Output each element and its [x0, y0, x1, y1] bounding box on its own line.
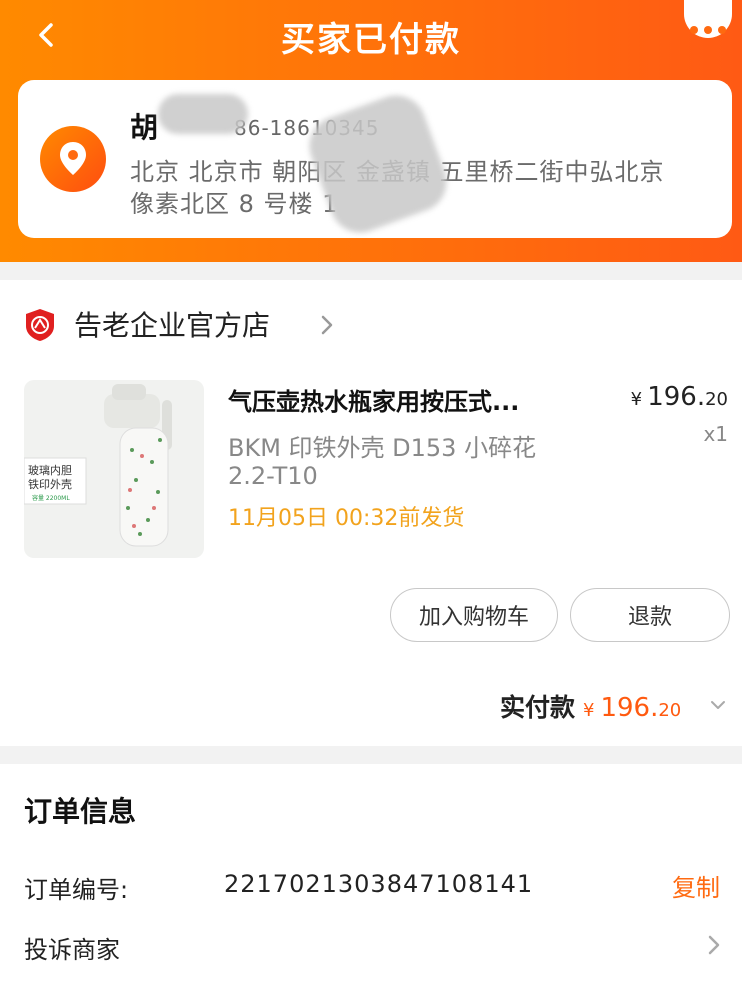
paid-amount-integer: 196.	[600, 693, 659, 723]
chevron-right-icon	[321, 315, 333, 335]
header-bar: 买家已付款 胡 86-18610345 北京 北京市 朝阳区 金盏镇 五里桥二街…	[0, 0, 742, 262]
ship-deadline: 11月05日 00:32前发货	[228, 506, 465, 531]
store-row[interactable]: 告老企业官方店	[0, 290, 742, 360]
order-info-title: 订单信息	[24, 795, 137, 828]
address-line-2: 像素北区 8 号楼 1	[130, 190, 339, 218]
more-button[interactable]	[684, 0, 732, 38]
price-decimal: 20	[705, 389, 728, 410]
page-title: 买家已付款	[281, 20, 461, 60]
refund-button[interactable]: 退款	[570, 588, 730, 642]
price-currency: ¥	[630, 389, 643, 410]
chevron-right-icon[interactable]	[706, 932, 722, 958]
order-number-value: 2217021303847108141	[224, 870, 534, 898]
recipient-name: 胡	[130, 111, 159, 144]
product-spec: BKM 印铁外壳 D153 小碎花	[228, 434, 537, 462]
section-divider	[0, 262, 742, 280]
section-divider	[0, 746, 742, 764]
paid-currency: ¥	[583, 700, 595, 721]
location-pin-icon	[40, 126, 106, 192]
order-number-label: 订单编号:	[24, 876, 129, 904]
paid-amount-decimal: 20	[658, 700, 682, 721]
price-integer: 196.	[647, 382, 706, 412]
store-name: 告老企业官方店	[74, 309, 271, 342]
product-spec: 2.2-T10	[228, 462, 318, 490]
image-label-3: 容量 2200ML	[32, 494, 70, 502]
paid-amount-row[interactable]: 实付款 ¥ 196. 20	[500, 688, 682, 723]
paid-label: 实付款	[500, 693, 576, 722]
copy-button[interactable]: 复制	[672, 868, 720, 903]
more-dot	[718, 26, 726, 34]
more-dots-icon	[690, 26, 698, 34]
add-to-cart-button[interactable]: 加入购物车	[390, 588, 558, 642]
image-label-2: 铁印外壳	[28, 477, 72, 491]
product-title[interactable]: 气压壶热水瓶家用按压式...	[228, 382, 588, 417]
product-quantity: x1	[703, 422, 728, 446]
product-image[interactable]: 玻璃内胆 铁印外壳 容量 2200ML	[24, 380, 204, 558]
more-dot	[704, 26, 712, 34]
thermos-image: 玻璃内胆 铁印外壳 容量 2200ML	[24, 384, 172, 547]
chevron-down-icon[interactable]	[708, 698, 728, 712]
redaction-scribble	[158, 94, 248, 134]
address-card[interactable]: 胡 86-18610345 北京 北京市 朝阳区 金盏镇 五里桥二街中弘北京 像…	[18, 80, 732, 241]
complain-merchant-row[interactable]: 投诉商家	[24, 930, 120, 965]
product-price: ¥ 196.20	[618, 382, 728, 412]
enterprise-shield-icon	[26, 309, 54, 341]
image-label-1: 玻璃内胆	[28, 463, 72, 477]
